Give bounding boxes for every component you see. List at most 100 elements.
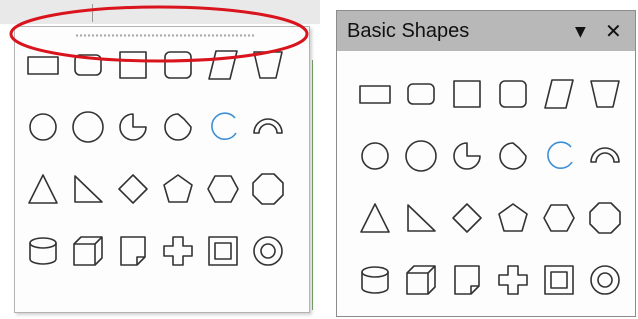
popup-diamond-button[interactable] <box>110 158 155 220</box>
cross-icon <box>162 236 193 266</box>
cylinder-icon <box>28 237 57 265</box>
isosceles-triangle-icon <box>360 203 390 233</box>
square-icon <box>453 80 481 108</box>
dropdown-arrow-icon[interactable]: ▼ <box>575 18 586 46</box>
square-icon <box>118 51 147 79</box>
toolbar-block-arc-button[interactable] <box>582 125 628 187</box>
block-arc-circle-icon <box>163 113 192 141</box>
circle-icon <box>361 142 389 170</box>
trapezoid-icon <box>590 80 620 108</box>
octagon-icon <box>251 173 284 205</box>
shape-grid-popup <box>20 34 290 282</box>
ring-icon <box>252 236 283 266</box>
toolbar-background <box>0 0 320 24</box>
toolbar-octagon-button[interactable] <box>582 187 628 249</box>
diamond-icon <box>452 203 482 233</box>
popup-rounded-rectangle-button[interactable] <box>65 34 110 96</box>
cube-icon <box>72 236 103 266</box>
popup-circle-button[interactable] <box>20 96 65 158</box>
frame-icon <box>544 265 574 295</box>
popup-frame-button[interactable] <box>200 220 245 282</box>
toolbar-block-arc-circle-button[interactable] <box>490 125 536 187</box>
block-arc-icon <box>590 147 620 163</box>
circle-pie-icon <box>453 142 481 170</box>
toolbar-rounded-rectangle-button[interactable] <box>398 63 444 125</box>
circle-pie-icon <box>118 113 147 141</box>
rounded-square-icon <box>163 51 192 79</box>
toolbar-parallelogram-button[interactable] <box>536 63 582 125</box>
popup-block-arc-button[interactable] <box>245 96 290 158</box>
toolbar-rectangle-button[interactable] <box>352 63 398 125</box>
toolbar-frame-button[interactable] <box>536 249 582 311</box>
toolbar-title-bar[interactable]: Basic Shapes ▼ ✕ <box>337 11 635 51</box>
toolbar-arc-button[interactable] <box>536 125 582 187</box>
popup-ring-button[interactable] <box>245 220 290 282</box>
toolbar-circle-button[interactable] <box>352 125 398 187</box>
pentagon-icon <box>162 174 193 203</box>
popup-isosceles-triangle-button[interactable] <box>20 158 65 220</box>
popup-rectangle-button[interactable] <box>20 34 65 96</box>
folded-corner-icon <box>454 265 480 295</box>
toolbar-isosceles-triangle-button[interactable] <box>352 187 398 249</box>
toolbar-pentagon-button[interactable] <box>490 187 536 249</box>
right-triangle-icon <box>73 175 103 203</box>
popup-rounded-square-button[interactable] <box>155 34 200 96</box>
toolbar-ellipse-button[interactable] <box>398 125 444 187</box>
cube-icon <box>406 265 436 295</box>
toolbar-hexagon-button[interactable] <box>536 187 582 249</box>
rectangle-icon <box>26 56 59 75</box>
right-triangle-icon <box>407 204 436 232</box>
parallelogram-icon <box>207 50 238 80</box>
toolbar-trapezoid-button[interactable] <box>582 63 628 125</box>
popup-right-triangle-button[interactable] <box>65 158 110 220</box>
toolbar-circle-pie-button[interactable] <box>444 125 490 187</box>
popup-octagon-button[interactable] <box>245 158 290 220</box>
hexagon-icon <box>543 204 575 232</box>
arc-icon <box>210 112 237 140</box>
toolbar-cylinder-button[interactable] <box>352 249 398 311</box>
popup-circle-pie-button[interactable] <box>110 96 155 158</box>
hexagon-icon <box>206 175 239 203</box>
ring-icon <box>590 265 620 295</box>
toolbar-diamond-button[interactable] <box>444 187 490 249</box>
ellipse-icon <box>71 111 104 143</box>
ellipse-icon <box>405 140 437 172</box>
trapezoid-icon <box>252 51 283 79</box>
popup-parallelogram-button[interactable] <box>200 34 245 96</box>
popup-hexagon-button[interactable] <box>200 158 245 220</box>
popup-trapezoid-button[interactable] <box>245 34 290 96</box>
popup-cube-button[interactable] <box>65 220 110 282</box>
close-icon[interactable]: ✕ <box>605 17 622 45</box>
popup-cylinder-button[interactable] <box>20 220 65 282</box>
popup-square-button[interactable] <box>110 34 155 96</box>
basic-shapes-toolbar: Basic Shapes ▼ ✕ <box>336 10 636 317</box>
popup-block-arc-circle-button[interactable] <box>155 96 200 158</box>
rectangle-icon <box>359 85 391 104</box>
rounded-square-icon <box>499 80 527 108</box>
isosceles-triangle-icon <box>27 174 58 204</box>
toolbar-title: Basic Shapes <box>347 20 470 42</box>
cross-icon <box>498 265 528 295</box>
toolbar-ring-button[interactable] <box>582 249 628 311</box>
toolbar-right-triangle-button[interactable] <box>398 187 444 249</box>
octagon-icon <box>589 202 621 234</box>
popup-cross-button[interactable] <box>155 220 200 282</box>
cylinder-icon <box>361 266 389 294</box>
rounded-rectangle-icon <box>73 54 102 76</box>
toolbar-folded-corner-button[interactable] <box>444 249 490 311</box>
popup-ellipse-button[interactable] <box>65 96 110 158</box>
popup-pentagon-button[interactable] <box>155 158 200 220</box>
arc-icon <box>547 141 573 169</box>
toolbar-cross-button[interactable] <box>490 249 536 311</box>
diamond-icon <box>117 174 148 204</box>
toolbar-square-button[interactable] <box>444 63 490 125</box>
popup-arc-button[interactable] <box>200 96 245 158</box>
folded-corner-icon <box>119 236 146 266</box>
popup-folded-corner-button[interactable] <box>110 220 155 282</box>
shape-grid-docked <box>352 63 628 311</box>
toolbar-cube-button[interactable] <box>398 249 444 311</box>
parallelogram-icon <box>544 79 574 109</box>
toolbar-rounded-square-button[interactable] <box>490 63 536 125</box>
block-arc-circle-icon <box>499 142 527 170</box>
rounded-rectangle-icon <box>407 83 435 105</box>
